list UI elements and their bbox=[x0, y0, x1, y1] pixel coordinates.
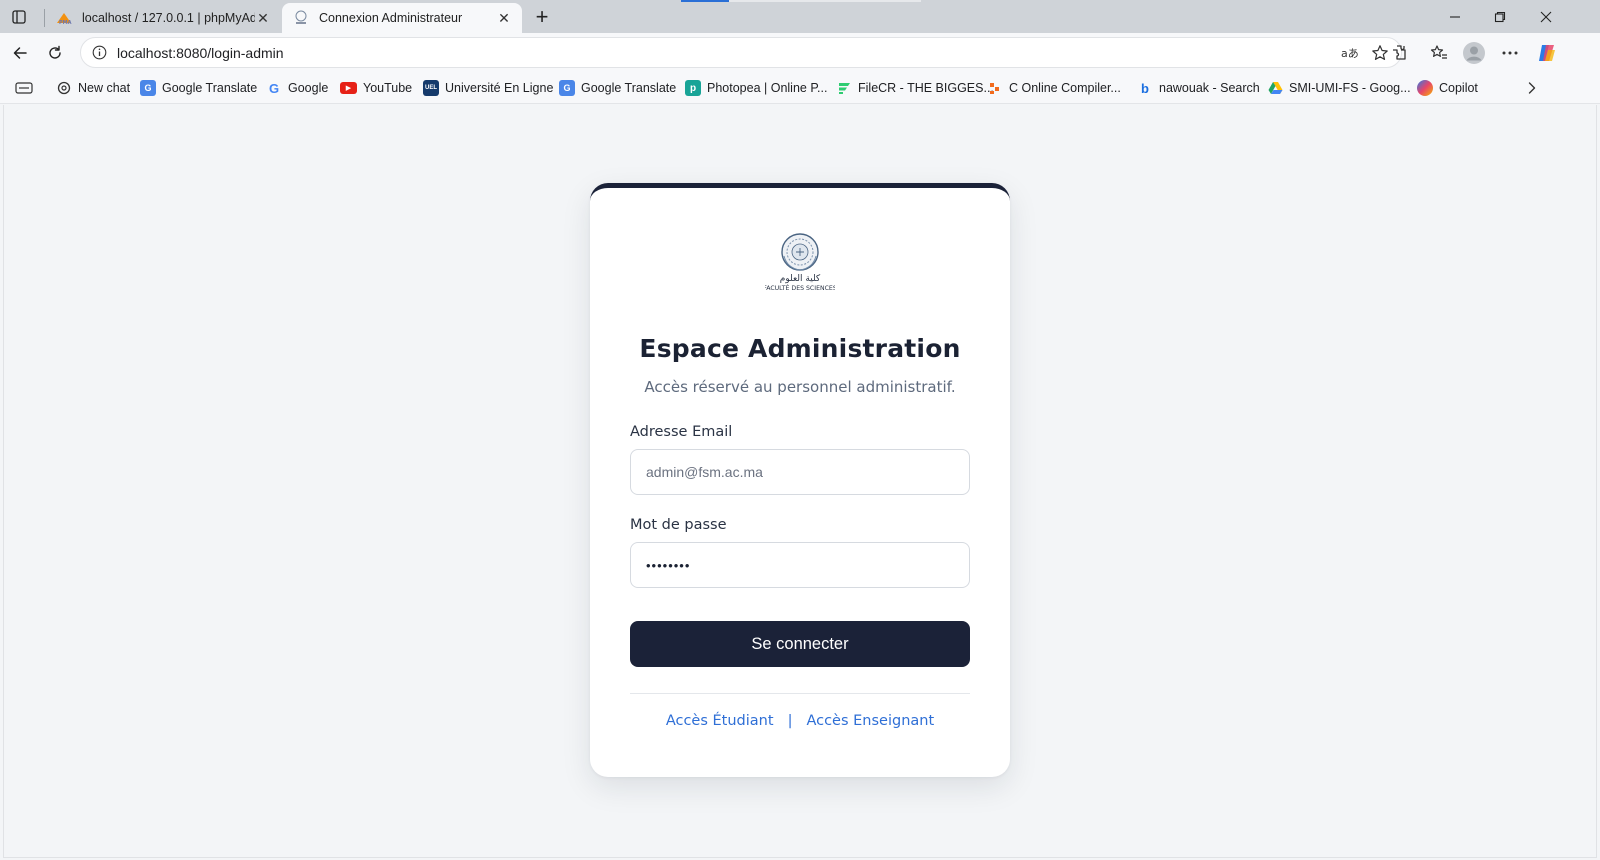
bookmark-label: Université En Ligne bbox=[445, 81, 554, 95]
link-separator: | bbox=[787, 713, 793, 729]
youtube-icon: ▶ bbox=[340, 82, 357, 94]
copilot-icon bbox=[1417, 80, 1433, 96]
new-tab-button[interactable]: + bbox=[530, 4, 554, 29]
tab-title: localhost / 127.0.0.1 | phpMyAdm bbox=[82, 11, 255, 25]
email-field[interactable]: admin@fsm.ac.ma bbox=[630, 449, 970, 495]
password-label: Mot de passe bbox=[630, 517, 727, 533]
google-icon: G bbox=[268, 80, 280, 96]
bookmark-label: Photopea | Online P... bbox=[707, 81, 828, 95]
tab-indicator-track bbox=[729, 0, 921, 2]
teacher-access-link[interactable]: Accès Enseignant bbox=[806, 713, 934, 729]
bing-icon: b bbox=[1141, 80, 1149, 96]
bookmark-label: Google bbox=[288, 81, 329, 95]
tab-phpmyadmin[interactable]: PMA localhost / 127.0.0.1 | phpMyAdm ✕ bbox=[45, 3, 281, 33]
tab-strip: PMA localhost / 127.0.0.1 | phpMyAdm ✕ C… bbox=[0, 0, 1600, 33]
bookmark-label: New chat bbox=[78, 81, 131, 95]
bookmark-nawouak-search[interactable]: b nawouak - Search bbox=[1137, 72, 1260, 104]
google-translate-icon: G bbox=[559, 80, 575, 96]
site-info-icon[interactable] bbox=[91, 45, 107, 61]
chatgpt-icon bbox=[56, 80, 72, 96]
close-icon[interactable]: ✕ bbox=[496, 10, 512, 26]
google-translate-icon: G bbox=[140, 80, 156, 96]
bookmark-copilot[interactable]: Copilot bbox=[1417, 72, 1478, 104]
page-subtitle: Accès réservé au personnel administratif… bbox=[644, 378, 956, 396]
bookmark-label: FileCR - THE BIGGES... bbox=[858, 81, 994, 95]
read-aloud-icon[interactable]: aあ bbox=[1335, 39, 1365, 67]
bookmark-c-online-compiler[interactable]: C Online Compiler... bbox=[987, 72, 1121, 104]
faculty-logo: كلية العلوم FACULTÉ DES SCIENCES bbox=[763, 230, 837, 296]
login-card: كلية العلوم FACULTÉ DES SCIENCES Espace … bbox=[590, 183, 1010, 777]
minimize-icon[interactable] bbox=[1432, 0, 1478, 33]
bookmark-photopea[interactable]: p Photopea | Online P... bbox=[685, 72, 827, 104]
tab-indicator bbox=[681, 0, 729, 2]
profile-avatar-icon[interactable] bbox=[1459, 39, 1489, 67]
copilot-icon[interactable] bbox=[1532, 39, 1562, 67]
compiler-icon bbox=[987, 80, 1003, 96]
bookmarks-bar: New chat G Google Translate G Google ▶ Y… bbox=[0, 72, 1600, 104]
bookmark-label: Google Translate bbox=[162, 81, 258, 95]
divider bbox=[630, 693, 970, 694]
url-text[interactable]: localhost:8080/login-admin bbox=[117, 45, 1335, 61]
access-links: Accès Étudiant | Accès Enseignant bbox=[590, 713, 1010, 729]
uel-icon: UEL bbox=[423, 80, 439, 96]
close-window-icon[interactable] bbox=[1523, 0, 1569, 33]
university-logo-icon bbox=[292, 10, 310, 26]
photopea-icon: p bbox=[685, 80, 701, 96]
extensions-icon[interactable] bbox=[1384, 39, 1414, 67]
restore-icon[interactable] bbox=[1477, 0, 1523, 33]
browser-toolbar: localhost:8080/login-admin aあ bbox=[0, 33, 1600, 72]
page-title: Espace Administration bbox=[639, 334, 961, 363]
chevron-right-icon[interactable] bbox=[1526, 72, 1538, 104]
bookmark-google-translate[interactable]: G Google Translate bbox=[140, 72, 257, 104]
bookmark-youtube[interactable]: ▶ YouTube bbox=[340, 72, 412, 104]
favorites-icon[interactable] bbox=[1424, 39, 1454, 67]
close-icon[interactable]: ✕ bbox=[255, 10, 271, 26]
address-bar[interactable]: localhost:8080/login-admin aあ bbox=[80, 37, 1402, 68]
tab-title: Connexion Administrateur bbox=[319, 11, 463, 25]
reload-icon[interactable] bbox=[41, 39, 69, 67]
login-button[interactable]: Se connecter bbox=[630, 621, 970, 667]
tab-actions-icon[interactable] bbox=[8, 7, 30, 27]
back-arrow-icon[interactable] bbox=[6, 39, 34, 67]
bookmark-google[interactable]: G Google bbox=[266, 72, 328, 104]
svg-text:كلية العلوم: كلية العلوم bbox=[780, 274, 821, 284]
bookmark-label: nawouak - Search bbox=[1159, 81, 1260, 95]
svg-text:aあ: aあ bbox=[1341, 47, 1359, 60]
svg-text:FACULTÉ DES SCIENCES: FACULTÉ DES SCIENCES bbox=[765, 283, 835, 292]
bookmark-label: C Online Compiler... bbox=[1009, 81, 1121, 95]
bookmark-label: Google Translate bbox=[581, 81, 677, 95]
bookmark-google-translate-2[interactable]: G Google Translate bbox=[559, 72, 676, 104]
password-field[interactable]: •••••••• bbox=[630, 542, 970, 588]
bookmark-universite-en-ligne[interactable]: UEL Université En Ligne bbox=[423, 72, 553, 104]
bookmark-label: Copilot bbox=[1439, 81, 1478, 95]
bookmark-label: YouTube bbox=[363, 81, 413, 95]
phpmyadmin-icon: PMA bbox=[55, 10, 73, 26]
svg-text:PMA: PMA bbox=[59, 20, 72, 25]
filecr-icon bbox=[836, 80, 852, 96]
bookmark-smi-umi-fs[interactable]: SMI-UMI-FS - Goog... bbox=[1267, 72, 1411, 104]
bookmark-filecr[interactable]: FileCR - THE BIGGES... bbox=[836, 72, 994, 104]
google-drive-icon bbox=[1267, 80, 1283, 96]
tab-search-icon[interactable] bbox=[15, 72, 33, 104]
bookmark-label: SMI-UMI-FS - Goog... bbox=[1289, 81, 1411, 95]
email-label: Adresse Email bbox=[630, 424, 733, 440]
tab-connexion-admin[interactable]: Connexion Administrateur ✕ bbox=[282, 3, 522, 33]
more-options-icon[interactable] bbox=[1495, 39, 1525, 67]
student-access-link[interactable]: Accès Étudiant bbox=[666, 713, 774, 729]
bookmark-new-chat[interactable]: New chat bbox=[56, 72, 130, 104]
